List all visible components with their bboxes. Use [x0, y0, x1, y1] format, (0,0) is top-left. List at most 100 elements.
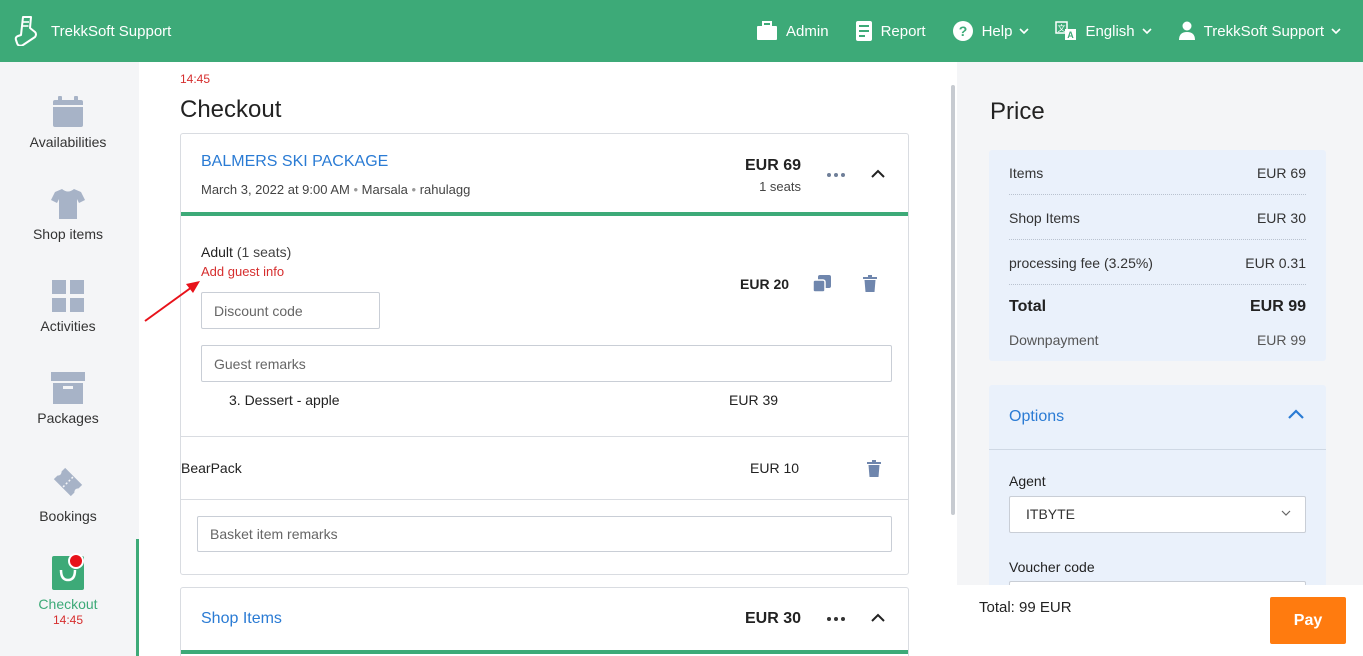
sidebar-item-shop-items[interactable]: Shop items — [0, 188, 136, 242]
brand[interactable]: TrekkSoft Support — [0, 16, 171, 46]
chevron-up-icon[interactable] — [871, 613, 885, 622]
more-options-icon[interactable] — [827, 617, 845, 621]
divider — [181, 436, 908, 437]
shop-items-title[interactable]: Shop Items — [201, 610, 282, 628]
ticket-icon — [53, 467, 83, 497]
basket-remarks-input[interactable] — [197, 516, 892, 552]
price-total-label: Total — [1009, 298, 1047, 315]
scrollbar[interactable] — [951, 85, 955, 515]
price-title: Price — [990, 98, 1045, 125]
footer-total: Total: 99 EUR — [979, 599, 1072, 616]
package-location: Marsala — [361, 182, 408, 197]
checkout-timer: 14:45 — [180, 72, 211, 86]
package-user: rahulagg — [419, 182, 471, 197]
ticket-type-label: Adult — [201, 244, 233, 260]
sidebar-item-label: Activities — [40, 318, 96, 334]
sidebar-item-label: Checkout — [38, 596, 98, 612]
nav-help-label: Help — [981, 22, 1013, 40]
trash-icon[interactable] — [863, 275, 877, 292]
price-row: Items EUR 69 — [1009, 165, 1306, 195]
guest-remarks-input[interactable] — [201, 345, 892, 382]
price-row-value: EUR 30 — [1256, 210, 1306, 226]
ticket-price: EUR 20 — [740, 276, 790, 292]
grid-icon — [52, 280, 84, 312]
discount-code-input[interactable] — [201, 292, 380, 329]
pay-button[interactable]: Pay — [1270, 597, 1346, 644]
downpayment-label: Downpayment — [1009, 332, 1099, 348]
header-accent-line — [181, 650, 908, 654]
package-card-header: BALMERS SKI PACKAGE March 3, 2022 at 9:0… — [181, 134, 908, 216]
tshirt-icon — [51, 189, 85, 219]
calendar-icon — [53, 96, 83, 127]
price-total: Total EUR 99 — [1009, 298, 1306, 316]
extra-item-price: EUR 39 — [729, 392, 779, 408]
package-price: EUR 69 — [744, 157, 801, 174]
nav-help[interactable]: ? Help — [952, 20, 1030, 42]
chevron-up-icon[interactable] — [871, 169, 885, 178]
checkout-footer: Total: 99 EUR Pay — [957, 585, 1363, 656]
sidebar-item-label: Packages — [37, 410, 99, 426]
extra-item-name: 3. Dessert - apple — [229, 392, 340, 408]
top-bar: TrekkSoft Support Admin Report ? Help 文 … — [0, 0, 1363, 62]
header-accent-line — [181, 212, 908, 216]
price-row-label: processing fee (3.25%) — [1009, 255, 1153, 271]
svg-text:文: 文 — [1058, 23, 1066, 33]
price-row-value: EUR 69 — [1256, 165, 1306, 181]
top-nav: Admin Report ? Help 文 A English TrekkSof… — [756, 0, 1363, 62]
chevron-up-icon — [1288, 409, 1304, 419]
boot-logo-icon — [14, 16, 37, 46]
sidebar-item-availabilities[interactable]: Availabilities — [0, 96, 136, 150]
sidebar-item-checkout[interactable]: Checkout 14:45 — [0, 553, 136, 627]
sidebar-item-activities[interactable]: Activities — [0, 280, 136, 334]
archive-box-icon — [51, 372, 85, 404]
nav-language-label: English — [1085, 22, 1135, 40]
copy-icon[interactable] — [813, 275, 831, 293]
options-toggle[interactable]: Options — [989, 385, 1326, 450]
price-summary: Items EUR 69 Shop Items EUR 30 processin… — [989, 150, 1326, 361]
divider — [181, 499, 908, 500]
sidebar: Availabilities Shop items Activities Pac… — [0, 62, 140, 656]
price-row-label: Shop Items — [1009, 210, 1080, 226]
brand-name: TrekkSoft Support — [51, 22, 172, 40]
sidebar-item-packages[interactable]: Packages — [0, 372, 136, 426]
nav-admin-label: Admin — [786, 22, 829, 40]
package-title[interactable]: BALMERS SKI PACKAGE — [201, 153, 388, 171]
bearpack-price: EUR 10 — [750, 460, 800, 476]
options-title: Options — [1009, 408, 1065, 425]
nav-admin[interactable]: Admin — [756, 21, 829, 41]
nav-report[interactable]: Report — [855, 20, 926, 42]
sidebar-item-label: Availabilities — [29, 134, 107, 150]
more-options-icon[interactable] — [827, 173, 845, 177]
package-date: March 3, 2022 at 9:00 AM — [201, 182, 350, 197]
chevron-down-icon — [1142, 28, 1152, 34]
bearpack-name: BearPack — [181, 460, 242, 476]
price-row-value: EUR 0.31 — [1245, 255, 1306, 271]
checkout-timer: 14:45 — [52, 613, 84, 627]
price-row: Shop Items EUR 30 — [1009, 210, 1306, 240]
voucher-label: Voucher code — [1009, 559, 1095, 575]
sidebar-item-bookings[interactable]: Bookings — [0, 462, 136, 524]
package-seats: 1 seats — [759, 179, 801, 194]
price-row-label: Items — [1009, 165, 1044, 181]
price-panel: Price Items EUR 69 Shop Items EUR 30 pro… — [957, 62, 1363, 656]
trash-icon[interactable] — [867, 460, 881, 477]
add-guest-info-link[interactable]: Add guest info — [201, 264, 284, 279]
agent-label: Agent — [1009, 473, 1046, 489]
nav-report-label: Report — [880, 22, 926, 40]
chevron-down-icon — [1019, 28, 1030, 34]
notification-dot — [68, 553, 84, 569]
chevron-down-icon — [1331, 28, 1341, 34]
page-title: Checkout — [180, 96, 282, 123]
agent-select[interactable]: ITBYTE — [1009, 496, 1306, 533]
price-total-value: EUR 99 — [1249, 298, 1306, 315]
nav-user[interactable]: TrekkSoft Support — [1178, 21, 1341, 41]
downpayment-value: EUR 99 — [1256, 332, 1306, 348]
user-icon — [1178, 21, 1195, 40]
sidebar-item-label: Shop items — [32, 226, 104, 242]
report-icon — [855, 21, 872, 41]
translate-icon: 文 A — [1055, 21, 1077, 40]
svg-text:A: A — [1068, 30, 1075, 40]
nav-language[interactable]: 文 A English — [1055, 21, 1152, 41]
shop-items-price: EUR 30 — [744, 610, 801, 627]
ticket-type: Adult (1 seats) — [201, 244, 291, 260]
